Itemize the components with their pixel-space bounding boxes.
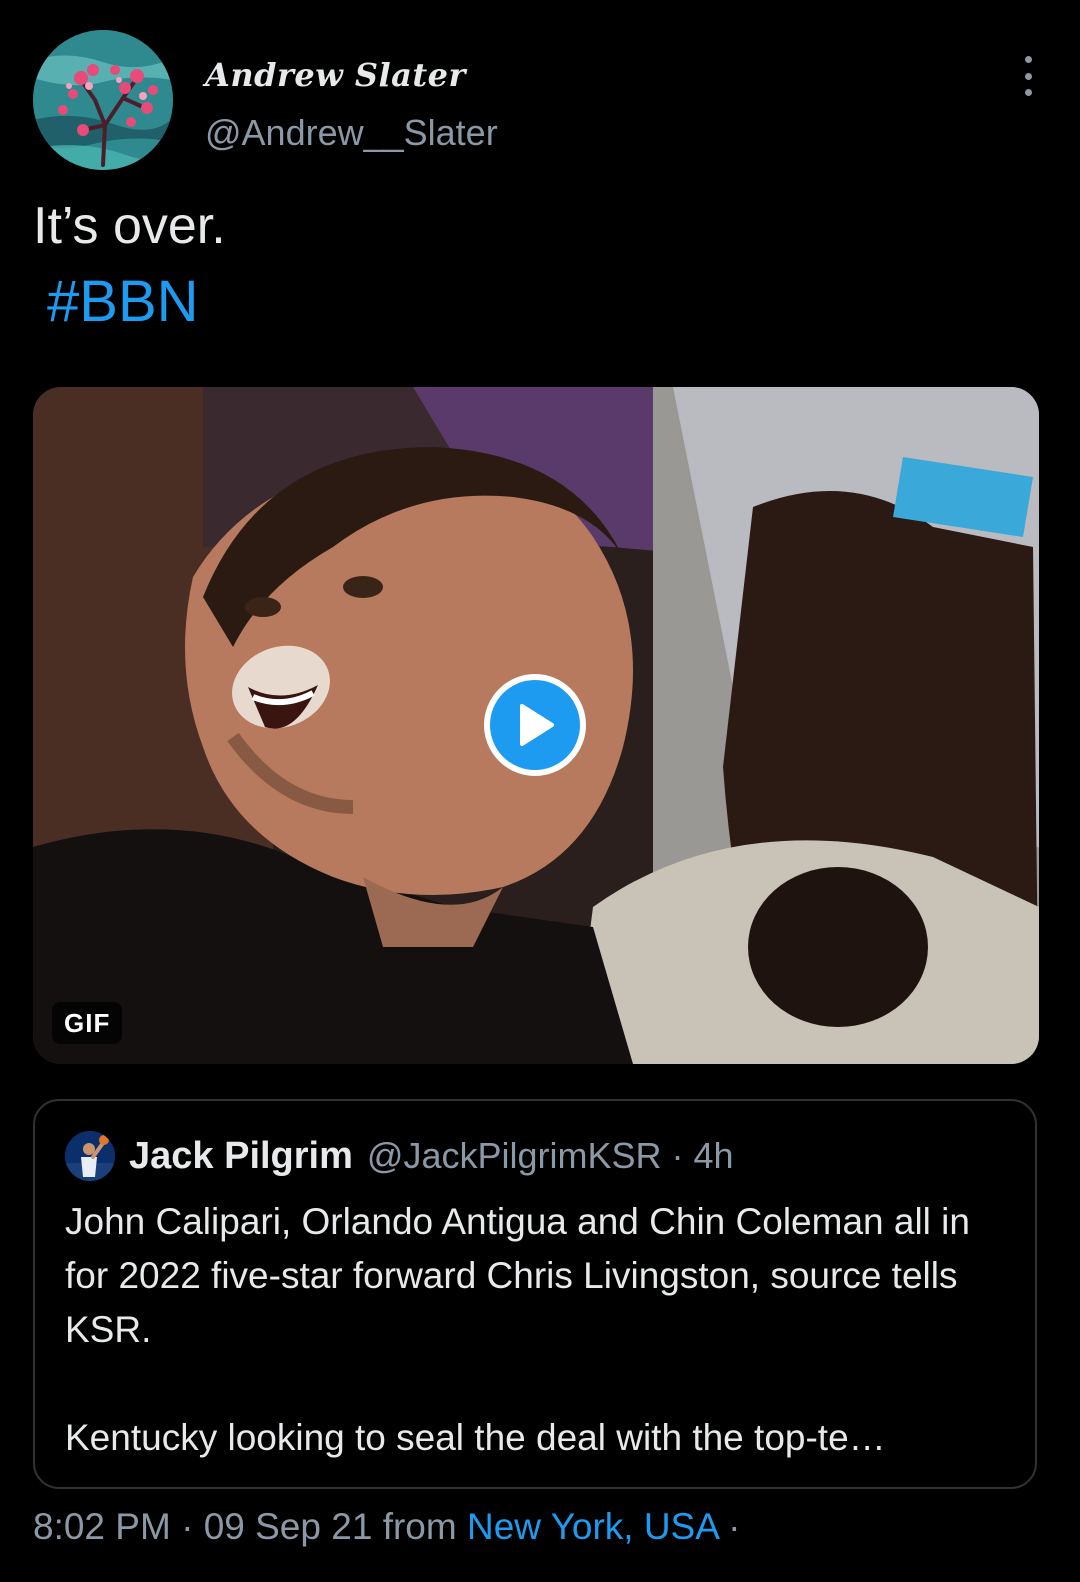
play-button[interactable] xyxy=(484,674,586,776)
author-display-name[interactable]: Andrew Slater xyxy=(205,56,466,94)
separator-dot: · xyxy=(728,1506,741,1547)
tweet-time: 8:02 PM xyxy=(33,1506,171,1547)
author-avatar[interactable] xyxy=(33,30,173,170)
location-link[interactable]: New York, USA xyxy=(467,1506,718,1547)
author-handle[interactable]: @Andrew__Slater xyxy=(205,112,498,154)
tweet-metadata: 8:02 PM · 09 Sep 21 from New York, USA · xyxy=(33,1506,740,1548)
play-icon xyxy=(520,704,554,746)
gif-badge: GIF xyxy=(52,1002,123,1044)
quoted-author-avatar[interactable] xyxy=(65,1131,115,1181)
more-dot-icon xyxy=(1024,56,1032,63)
quoted-author-name[interactable]: Jack Pilgrim xyxy=(129,1135,353,1178)
quoted-tweet-time[interactable]: 4h xyxy=(694,1135,734,1177)
basketball-player-avatar-image xyxy=(65,1131,115,1181)
quoted-tweet-paragraph: Kentucky looking to seal the deal with t… xyxy=(65,1417,886,1458)
quoted-tweet-body: John Calipari, Orlando Antigua and Chin … xyxy=(65,1195,1015,1465)
hashtag-link[interactable]: #BBN xyxy=(47,270,199,334)
tweet-header: Andrew Slater @Andrew__Slater xyxy=(33,30,1053,175)
quoted-author-handle[interactable]: @JackPilgrimKSR xyxy=(367,1135,662,1177)
separator-dot: · xyxy=(671,1135,684,1176)
more-dot-icon xyxy=(1024,89,1032,96)
separator-dot: · xyxy=(181,1506,194,1547)
quoted-tweet-paragraph: John Calipari, Orlando Antigua and Chin … xyxy=(65,1201,970,1350)
tweet-text: It’s over. xyxy=(33,197,226,255)
from-label: from xyxy=(382,1506,457,1547)
more-dot-icon xyxy=(1024,72,1032,80)
quoted-tweet-header: Jack Pilgrim @JackPilgrimKSR · 4h xyxy=(65,1131,734,1181)
gif-media[interactable]: GIF xyxy=(33,387,1039,1064)
quoted-tweet-card[interactable]: Jack Pilgrim @JackPilgrimKSR · 4h John C… xyxy=(33,1099,1037,1489)
tweet-date: 09 Sep 21 xyxy=(203,1506,373,1547)
cherry-blossom-avatar-image xyxy=(33,30,173,170)
more-options-button[interactable] xyxy=(1013,56,1043,96)
